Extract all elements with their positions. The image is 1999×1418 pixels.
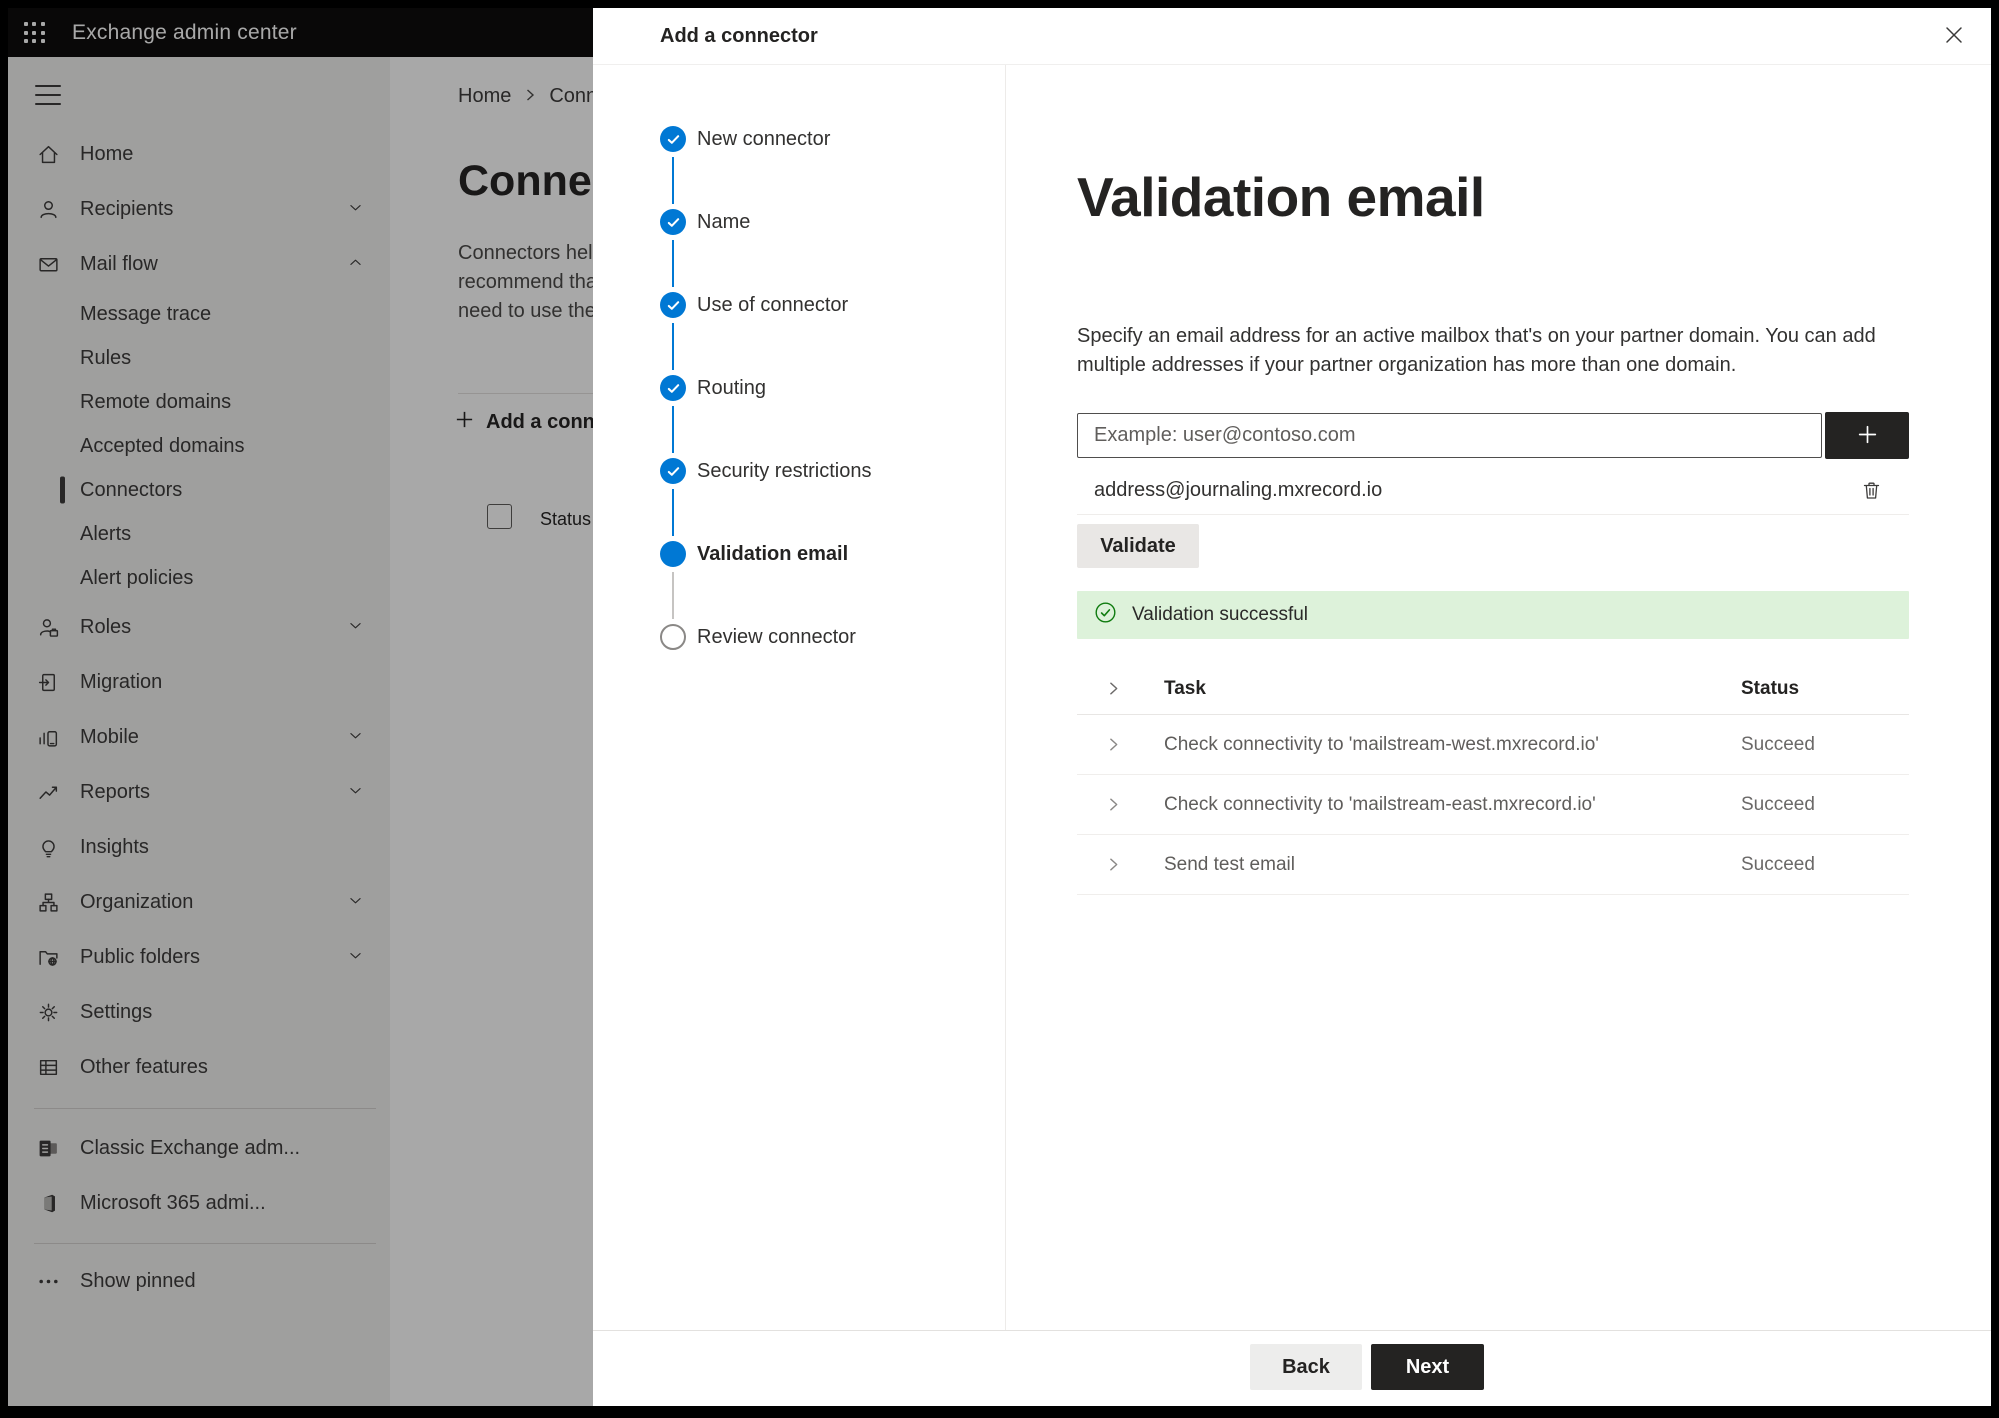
task-cell: Check connectivity to 'mailstream-west.m… <box>1164 733 1599 755</box>
status-cell: Succeed <box>1741 733 1815 755</box>
table-row: Send test email Succeed <box>1077 835 1909 895</box>
address-value: address@journaling.mxrecord.io <box>1094 478 1383 501</box>
success-check-icon <box>1094 601 1117 629</box>
chevron-right-icon <box>1077 680 1164 697</box>
step-description: Specify an email address for an active m… <box>1077 325 1876 376</box>
step-connector-line <box>672 323 675 370</box>
step-validation-email[interactable]: Validation email <box>593 541 1005 624</box>
step-pending-icon <box>660 624 686 650</box>
status-cell: Succeed <box>1741 793 1815 815</box>
modal-header: Add a connector <box>593 8 1991 65</box>
banner-text: Validation successful <box>1132 604 1309 625</box>
step-routing[interactable]: Routing <box>593 375 1005 458</box>
step-review-connector[interactable]: Review connector <box>593 624 1005 707</box>
task-cell: Send test email <box>1164 853 1295 875</box>
step-done-icon <box>660 292 686 318</box>
expand-row-button[interactable] <box>1077 856 1164 873</box>
validate-button[interactable]: Validate <box>1077 524 1199 568</box>
task-cell: Check connectivity to 'mailstream-east.m… <box>1164 793 1596 815</box>
step-use-of-connector[interactable]: Use of connector <box>593 292 1005 375</box>
divider <box>1077 514 1909 515</box>
step-security-restrictions[interactable]: Security restrictions <box>593 458 1005 541</box>
step-done-icon <box>660 209 686 235</box>
step-connector-line <box>672 406 675 453</box>
status-cell: Succeed <box>1741 853 1815 875</box>
step-new-connector[interactable]: New connector <box>593 126 1005 209</box>
trash-icon <box>1860 482 1883 505</box>
plus-icon <box>1856 423 1879 449</box>
step-done-icon <box>660 458 686 484</box>
step-done-icon <box>660 126 686 152</box>
step-connector-line <box>672 157 675 204</box>
expand-row-button[interactable] <box>1077 796 1164 813</box>
next-button[interactable]: Next <box>1371 1344 1484 1390</box>
expand-row-button[interactable] <box>1077 736 1164 753</box>
step-done-icon <box>660 375 686 401</box>
step-connector-line <box>672 572 675 619</box>
table-header-row: Task Status <box>1077 663 1909 715</box>
table-row: Check connectivity to 'mailstream-west.m… <box>1077 715 1909 775</box>
close-button[interactable] <box>1940 22 1968 50</box>
app-window: Exchange admin center Home Recipients Ma… <box>8 8 1991 1406</box>
step-connector-line <box>672 489 675 536</box>
back-button[interactable]: Back <box>1250 1344 1362 1390</box>
step-current-icon <box>660 541 686 567</box>
step-name[interactable]: Name <box>593 209 1005 292</box>
validation-success-banner: Validation successful <box>1077 591 1909 639</box>
close-icon <box>1943 24 1965 49</box>
modal-title: Add a connector <box>660 24 818 47</box>
status-column-header: Status <box>1741 677 1800 699</box>
step-connector-line <box>672 240 675 287</box>
email-address-input[interactable] <box>1077 413 1822 458</box>
table-row: Check connectivity to 'mailstream-east.m… <box>1077 775 1909 835</box>
modal-footer: Back Next <box>593 1330 1991 1406</box>
step-heading: Validation email <box>1077 166 1485 228</box>
address-list-item: address@journaling.mxrecord.io <box>1077 467 1909 513</box>
delete-address-button[interactable] <box>1857 477 1885 505</box>
add-connector-modal: Add a connector New connector Name Use o… <box>593 8 1991 1406</box>
validation-task-table: Task Status Check connectivity to 'mails… <box>1077 663 1909 895</box>
task-column-header: Task <box>1164 677 1206 699</box>
validation-email-panel: Validation email Specify an email addres… <box>1006 65 1991 1330</box>
add-address-button[interactable] <box>1825 412 1909 459</box>
wizard-stepper: New connector Name Use of connector Rout… <box>593 65 1006 1330</box>
